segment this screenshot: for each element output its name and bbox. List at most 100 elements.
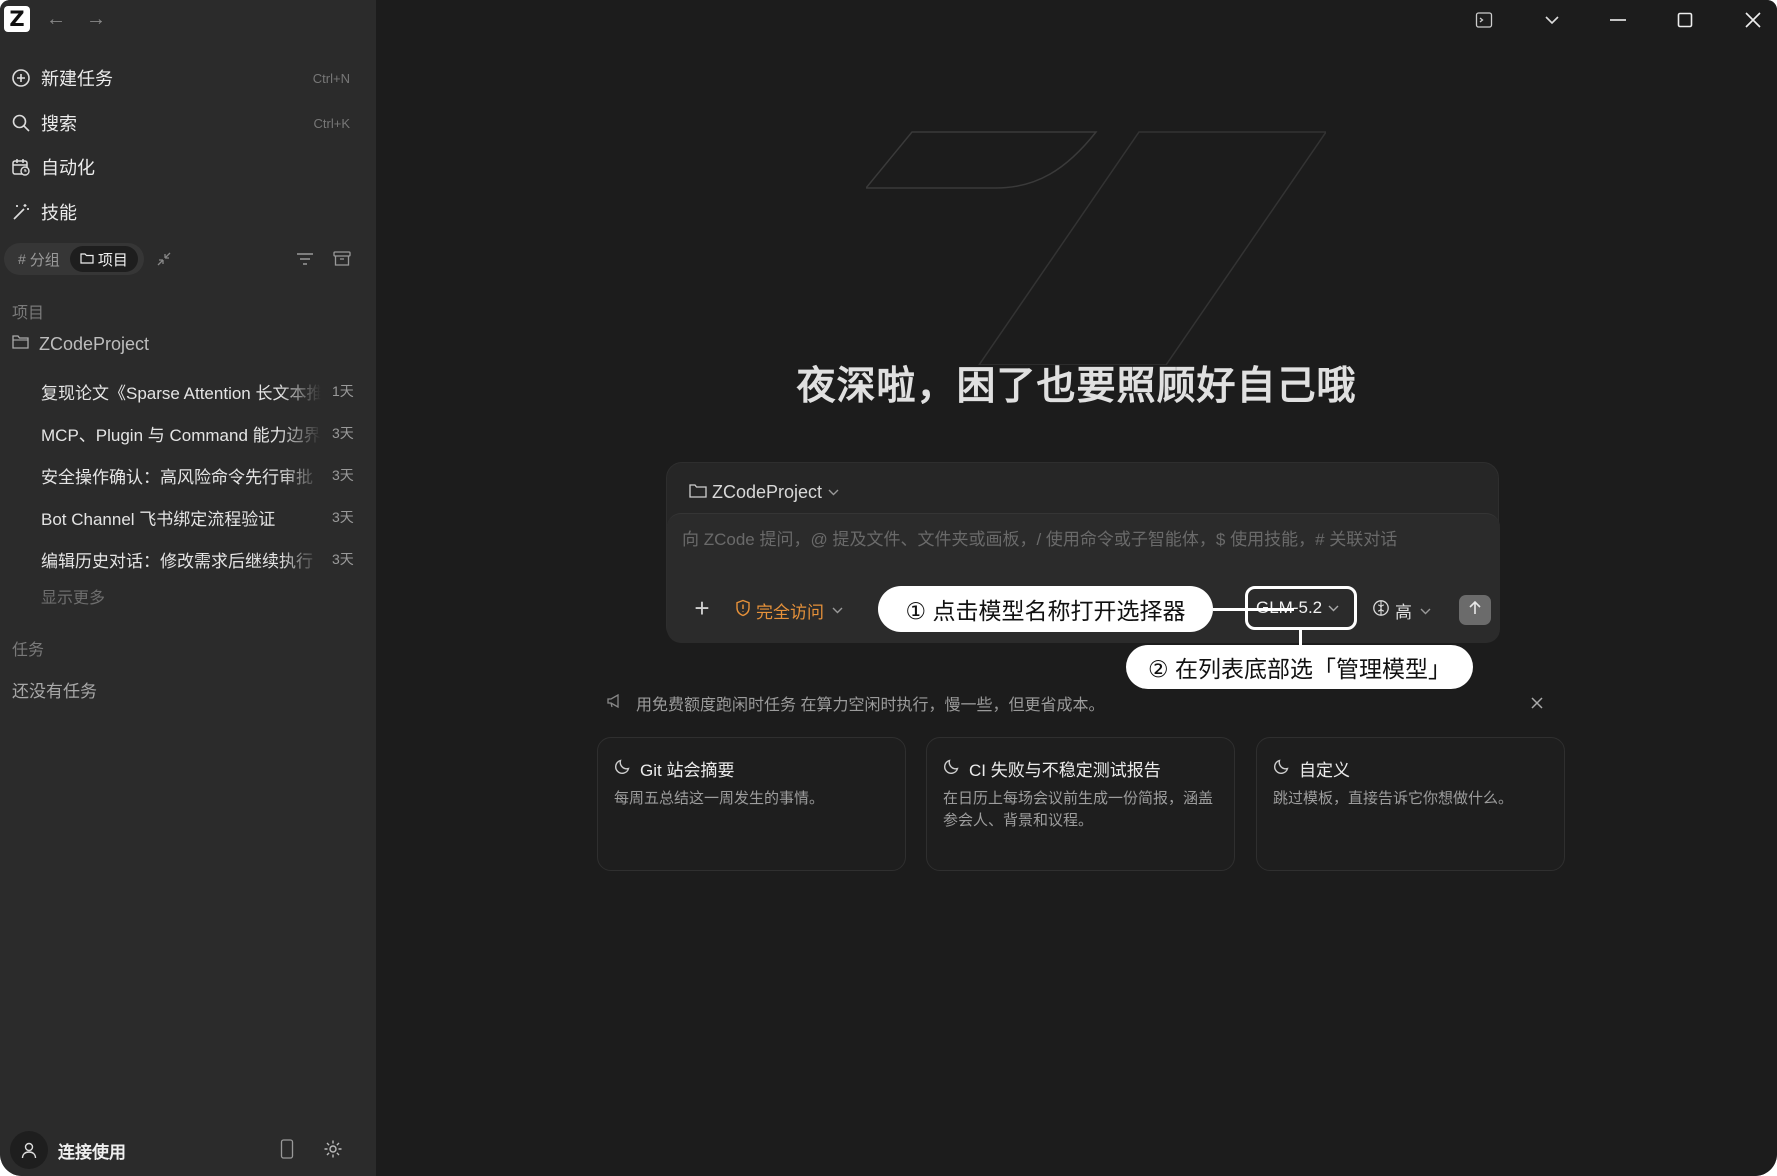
menu-label: 搜索 [41,114,77,134]
access-mode-button[interactable]: 完全访问 [735,598,843,622]
calendar-clock-icon [10,156,32,178]
project-row[interactable]: ZCodeProject [12,334,149,355]
archive-icon[interactable] [331,248,353,270]
callout-connector [1213,608,1294,611]
thread-title: MCP、Plugin 与 Command 能力边界 [41,425,321,445]
user-avatar-icon [10,1131,48,1169]
project-name: ZCodeProject [39,334,150,354]
project-selector[interactable]: ZCodeProject [689,477,839,507]
brain-icon [1372,599,1390,622]
thread-age: 3天 [332,467,354,483]
back-arrow-icon[interactable]: ← [46,7,66,31]
plus-circle-icon [10,67,32,89]
segment-label: 项目 [97,251,128,269]
minimize-icon[interactable] [1601,5,1635,35]
card-header: CI 失败与不稳定测试报告 [943,756,1161,781]
card-title: 自定义 [1299,761,1350,780]
callout-connector [1299,630,1302,646]
card-header: 自定义 [1273,756,1350,781]
reasoning-effort-button[interactable]: 高 [1372,598,1431,623]
thread-item[interactable]: 复现论文《Sparse Attention 长文本推理》 1天 [41,376,366,406]
folder-open-icon [12,334,30,355]
folder-icon [80,251,94,267]
chevron-down-icon [1420,604,1431,618]
card-header: Git 站会摘要 [614,756,734,781]
segment-label: 分组 [29,251,60,269]
menu-label: 新建任务 [41,69,113,89]
notice-text: 用免费额度跑闲时任务 在算力空闲时执行，慢一些，但更省成本。 [636,697,1105,714]
template-card[interactable]: 自定义 跳过模板，直接告诉它你想做什么。 [1256,737,1565,871]
thread-item[interactable]: 编辑历史对话：修改需求后继续执行 3天 [41,544,366,574]
mobile-icon[interactable] [275,1137,299,1161]
thread-title: 安全操作确认：高风险命令先行审批 [41,467,313,487]
arrow-up-icon [1468,600,1482,621]
effort-label: 高 [1395,603,1412,622]
thread-item[interactable]: MCP、Plugin 与 Command 能力边界 3天 [41,418,366,448]
access-label: 完全访问 [756,602,824,622]
thread-title: Bot Channel 飞书绑定流程验证 [41,509,276,529]
menu-new-task[interactable]: 新建任务 Ctrl+N [10,60,360,96]
maximize-icon[interactable] [1668,5,1702,35]
thread-age: 3天 [332,551,354,567]
group-project-toggle: # 分组 项目 [4,243,144,275]
connect-account-button[interactable]: 连接使用 [10,1131,126,1169]
show-more-link[interactable]: 显示更多 [41,584,105,608]
card-description: 跳过模板，直接告诉它你想做什么。 [1273,790,1514,807]
chevron-down-icon [832,603,843,617]
send-button[interactable] [1459,595,1491,625]
segment-group[interactable]: # 分组 [8,246,70,272]
user-label: 连接使用 [58,1142,126,1162]
tasks-empty-state: 还没有任务 [12,682,97,701]
main-area: 夜深啦，困了也要照顾好自己哦 ZCodeProject + 完全访问 [376,0,1777,1176]
greeting-heading: 夜深啦，困了也要照顾好自己哦 [796,365,1357,408]
close-window-icon[interactable] [1736,5,1770,35]
thread-age: 3天 [332,425,354,441]
thread-age: 3天 [332,509,354,525]
card-title: Git 站会摘要 [640,761,735,780]
gear-icon[interactable] [321,1137,345,1161]
megaphone-icon [606,693,624,714]
menu-label: 自动化 [41,158,95,178]
sidebar: Z ← → 新建任务 Ctrl+N 搜索 Ctrl+K 自动化 技能 # 分组 … [0,0,376,1176]
moon-icon [614,757,632,780]
thread-item[interactable]: 安全操作确认：高风险命令先行审批 3天 [41,460,366,490]
chevron-down-icon [828,485,839,499]
prompt-input[interactable] [682,530,1482,550]
thread-title: 复现论文《Sparse Attention 长文本推理》 [41,383,321,403]
chevron-down-icon [1328,601,1339,615]
thread-item[interactable]: Bot Channel 飞书绑定流程验证 3天 [41,502,366,532]
folder-icon [689,482,707,503]
projects-header: 项目 [12,305,45,322]
menu-label: 技能 [41,203,77,223]
card-description: 在日历上每场会议前生成一份简报，涵盖参会人、背景和议程。 [943,790,1214,829]
attach-plus-button[interactable]: + [689,595,715,622]
card-description: 每周五总结这一周发生的事情。 [614,790,825,807]
close-icon[interactable] [1527,693,1547,713]
filter-icon[interactable] [294,248,316,270]
template-card[interactable]: Git 站会摘要 每周五总结这一周发生的事情。 [597,737,906,871]
terminal-icon[interactable] [1467,5,1501,35]
magic-wand-icon [10,201,32,223]
moon-icon [943,757,961,780]
menu-automation[interactable]: 自动化 [10,149,360,185]
shield-icon [735,599,751,622]
search-icon [10,112,32,134]
chevron-down-icon[interactable] [1535,5,1569,35]
template-card[interactable]: CI 失败与不稳定测试报告 在日历上每场会议前生成一份简报，涵盖参会人、背景和议… [926,737,1235,871]
card-title: CI 失败与不稳定测试报告 [969,761,1161,780]
menu-skills[interactable]: 技能 [10,194,360,230]
notice-banner: 用免费额度跑闲时任务 在算力空闲时执行，慢一些，但更省成本。 [606,690,1547,716]
shortcut-hint: Ctrl+K [313,115,350,131]
segment-project[interactable]: 项目 [69,246,138,272]
thread-age: 1天 [332,383,354,399]
hash-icon: # [18,251,26,267]
app-logo: Z [4,6,30,32]
forward-arrow-icon[interactable]: → [86,7,106,31]
shortcut-hint: Ctrl+N [312,70,350,86]
callout-step-two: ② 在列表底部选「管理模型」 [1126,645,1473,689]
project-selector-label: ZCodeProject [712,481,823,502]
tasks-header: 任务 [12,642,45,659]
moon-icon [1273,757,1291,780]
collapse-icon[interactable] [153,248,175,270]
menu-search[interactable]: 搜索 Ctrl+K [10,105,360,141]
